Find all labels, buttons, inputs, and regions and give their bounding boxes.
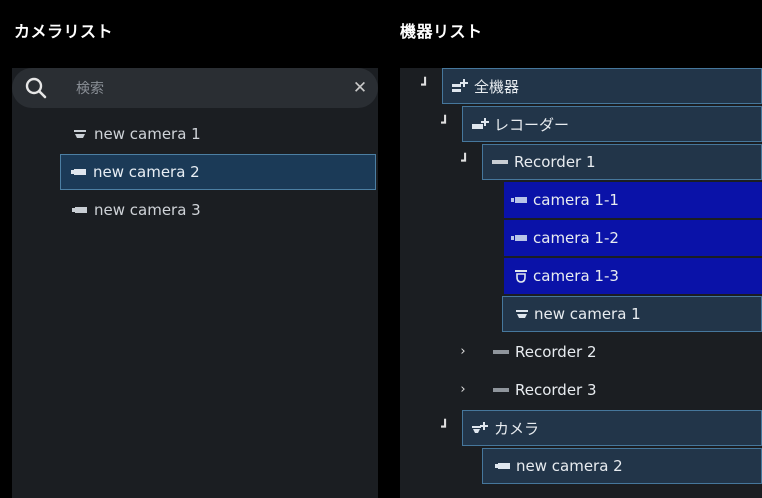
tree-node-label: camera 1-3 [533,267,619,285]
camera-name: new camera 2 [93,163,200,181]
box-camera-icon [495,460,511,472]
search-bar: ✕ [12,68,378,108]
tree-node-label: camera 1-2 [533,229,619,247]
left-panel-title: カメラリスト [14,22,114,41]
recorder-icon [492,386,510,394]
tree-node-new-camera-1[interactable]: new camera 1 [502,296,762,332]
dome-camera-icon [514,269,528,283]
dome-camera-icon [515,308,529,320]
collapse-toggle[interactable]: ┛ [438,117,452,131]
tree-node-label: 全機器 [474,77,520,96]
list-item[interactable]: new camera 3 [72,192,372,228]
tree-node-recorder-2[interactable]: Recorder 2 [492,334,762,370]
camera-list-panel: ✕ new camera 1 new camera 2 [12,68,378,498]
tree-node-label: カメラ [494,419,540,438]
search-icon[interactable] [24,76,48,100]
tree-node-recorder-3[interactable]: Recorder 3 [492,372,762,408]
collapse-toggle[interactable]: ┛ [418,79,432,93]
chevron-right-icon[interactable]: › [456,345,470,359]
tree-node-cameras[interactable]: カメラ [462,410,762,446]
tree-node-recorders[interactable]: レコーダー [462,106,762,142]
recorder-icon [491,158,509,166]
close-icon[interactable]: ✕ [350,77,370,99]
camera-name: new camera 1 [94,125,201,143]
tree-node-label: Recorder 3 [515,381,597,399]
camera-name: new camera 3 [94,201,201,219]
right-panel-title: 機器リスト [400,22,483,41]
dome-camera-icon [72,128,88,140]
search-input[interactable] [74,76,328,102]
tree-node-recorder-1[interactable]: Recorder 1 [482,144,762,180]
tree-node-label: new camera 2 [516,457,623,475]
box-camera-icon [71,166,87,178]
tree-node-camera-1-2[interactable]: camera 1-2 [504,220,762,256]
recorder-group-icon [471,117,489,131]
tree-node-all-devices[interactable]: 全機器 [442,68,762,104]
list-item[interactable]: new camera 1 [72,116,372,152]
list-item[interactable]: new camera 2 [60,154,376,190]
tree-node-label: レコーダー [494,115,570,134]
collapse-toggle[interactable]: ┛ [438,421,452,435]
tree-node-camera-1-1[interactable]: camera 1-1 [504,182,762,218]
tree-node-camera-1-3[interactable]: camera 1-3 [504,258,762,294]
tree-node-label: camera 1-1 [533,191,619,209]
device-tree-panel: ┛ 全機器 ┛ レコーダー ┛ Recorder 1 camera 1-1 ca… [400,68,762,498]
tree-node-label: Recorder 2 [515,343,597,361]
tree-node-label: new camera 1 [534,305,641,323]
recorder-icon [492,348,510,356]
box-camera-icon [510,195,528,205]
tree-node-label: Recorder 1 [514,153,596,171]
camera-group-icon [471,421,489,435]
box-camera-icon [72,204,88,216]
box-camera-icon [510,233,528,243]
collapse-toggle[interactable]: ┛ [458,155,472,169]
device-tree-icon [451,78,469,94]
chevron-right-icon[interactable]: › [456,383,470,397]
tree-node-new-camera-2[interactable]: new camera 2 [482,448,762,484]
